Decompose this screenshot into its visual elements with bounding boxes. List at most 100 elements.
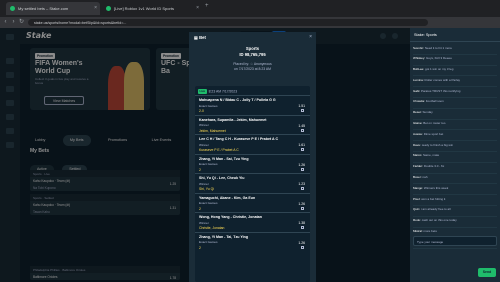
leg-match[interactable]: Zhang, Yi Man - Sai, Tzu Ying [199, 157, 295, 161]
bet-leg: Zhang, Yi Man - Sai, Tzu Ying Exact Games… [195, 153, 310, 174]
bet-leg: Yamaguchi, Akane - Kim, Ga Eun Exact Game… [195, 192, 310, 213]
chat-text: Bet on roster too [423, 121, 446, 126]
close-icon[interactable]: × [94, 5, 97, 11]
leg-match[interactable]: Mahuapena N / Bidau C - Jolly T / Pullel… [199, 98, 295, 102]
chat-message: Gabi: Paratus TRUST this rectifying [413, 87, 497, 98]
chat-username[interactable]: Mistral: [413, 229, 423, 233]
chat-username[interactable]: Chowda: [413, 99, 425, 103]
chat-username[interactable]: Pixel: [413, 197, 420, 201]
leg-selection: 2-0 [199, 109, 204, 113]
chat-message: Quin: i am already free to all [413, 206, 497, 217]
chat-message: Reset: Sunday [413, 109, 497, 120]
bet-slip: Live 8:23 AM 7/17/2023 Mahuapena N / Bida… [195, 86, 310, 282]
browser-toolbar: ‹ › ↻ stake.us/sports/home?modal=betSlip… [0, 17, 500, 28]
chat-text: Dime sport bet [423, 131, 444, 136]
new-tab-icon[interactable]: + [205, 3, 209, 9]
chat-text: nah [422, 175, 428, 180]
bet-slip-time: 8:23 AM 7/17/2023 [208, 89, 238, 93]
chat-username[interactable]: Marco: [413, 153, 422, 157]
back-icon[interactable]: ‹ [2, 18, 9, 27]
chat-panel: Stake: Sports SvenGr: Need it to hit 1 m… [410, 28, 500, 282]
chat-username[interactable]: SvenGr: [413, 46, 424, 50]
chat-username[interactable]: Fielder: [413, 164, 423, 168]
leg-selection: Christie, Jonatan [199, 226, 225, 230]
leg-status-icon [301, 128, 304, 132]
chat-username[interactable]: Dave: [413, 143, 421, 147]
chat-text: cash out on this one today [421, 218, 457, 223]
chat-username[interactable]: Quin: [413, 207, 420, 211]
reload-icon[interactable]: ↻ [18, 18, 25, 27]
stake-favicon-icon [106, 6, 111, 11]
chat-username[interactable]: Reset: [413, 110, 422, 114]
browser-tab-1[interactable]: [Live] Roblox 1v1 World ID Sports × [102, 2, 202, 15]
leg-match[interactable]: Lee C H / Tang C H - Kuraseve P E / Prab… [199, 137, 295, 141]
chat-username[interactable]: Mango: [413, 186, 423, 190]
chat-username[interactable]: Glaive: [413, 121, 422, 125]
chat-message: Lumina: Roller comes with a Parlay [413, 76, 497, 88]
chat-text: Roller comes with a Parlay [424, 77, 461, 82]
forward-icon[interactable]: › [10, 18, 17, 27]
leg-odds: 1.61 [298, 143, 305, 147]
chat-text: more bets [423, 229, 437, 234]
bet-leg: Shi, Yu Qi - Lee, Cheuk Yiu Winner Shi, Yu… [195, 173, 310, 193]
chat-username[interactable]: BobLee: [413, 67, 424, 71]
chat-text: i am already free to all [421, 207, 451, 212]
chat-text: Double 3.0 - 6x [423, 164, 445, 169]
chat-username[interactable]: Boxer: [413, 175, 422, 179]
chat-title[interactable]: Stake: Sports [410, 28, 500, 42]
leg-market: Winner [199, 220, 209, 225]
chat-send-button[interactable]: Send [478, 268, 496, 277]
leg-market: Exact Games [199, 162, 218, 166]
browser-tab-label: [Live] Roblox 1v1 World ID Sports [114, 6, 174, 11]
leg-status-icon [301, 187, 304, 190]
chat-message: Chowda: Football soon [413, 98, 497, 109]
leg-match[interactable]: Shi, Yu Qi - Lee, Cheuk Yiu [199, 176, 295, 180]
leg-market: Exact Games [199, 103, 218, 108]
bet-info: Sports ID 98,765,795 Placed by: ☆ Anonym… [189, 46, 316, 71]
address-bar[interactable]: stake.us/sports/home?modal=betSlip&iid=s… [28, 19, 428, 26]
chat-message: SvenGr: Need it to hit 1 more [413, 44, 497, 55]
leg-status-icon [301, 167, 304, 171]
placed-by: Placed by: ☆ Anonymous [233, 62, 272, 66]
leg-match[interactable]: Kanehara, Supamila - Jekim, Mahuemet [199, 118, 295, 122]
chat-messages: SvenGr: Need it to hit 1 more Whiskey: Gu… [410, 42, 500, 251]
chat-text: got 1 win on my 3 leg [425, 67, 454, 72]
leg-market: Exact Games [199, 240, 218, 244]
chat-username[interactable]: Lumina: [413, 78, 424, 82]
close-icon[interactable]: × [309, 34, 312, 40]
chat-text: Football soon [425, 99, 444, 104]
modal-title: ▤ Bet [189, 32, 316, 42]
chat-username[interactable]: Aussie: [413, 132, 423, 136]
leg-market: Winner [199, 123, 209, 127]
bet-id[interactable]: ID 98,765,795 [189, 52, 316, 57]
close-icon[interactable]: × [196, 5, 199, 11]
leg-odds: 1.45 [298, 123, 305, 128]
leg-selection: Shi, Yu Qi [199, 187, 215, 191]
live-badge: Live [198, 88, 207, 94]
leg-status-icon [301, 245, 304, 249]
chat-message: Whiskey: Guys, Kiril 3 Deeee [413, 55, 497, 66]
chat-text: Need it to hit 1 more [424, 45, 452, 50]
leg-market: Winner [199, 142, 209, 147]
chat-username[interactable]: Gabi: [413, 89, 420, 93]
browser-tab-0[interactable]: My settled bets – Stake.com × [6, 2, 100, 15]
leg-selection: Kuraseve P E / Prabet A C [199, 148, 239, 152]
bet-slip-header: Live 8:23 AM 7/17/2023 [195, 86, 310, 95]
chat-message: Rook: cash out on this one today [413, 217, 497, 228]
chat-username[interactable]: Whiskey: [413, 56, 425, 60]
chat-input[interactable]: Type your message [413, 236, 497, 246]
leg-match[interactable]: Zhang, Yi Man - Tai, Tzu Ying [199, 235, 295, 239]
leg-match[interactable]: Yamaguchi, Akane - Kim, Ga Eun [199, 196, 295, 200]
chat-message: Mango: Winners this week [413, 184, 497, 196]
chat-username[interactable]: Rook: [413, 218, 421, 222]
chat-message: Pixel: won a bet hitting it [413, 195, 497, 206]
leg-match[interactable]: Wong, Hong Yang - Christie, Jonatan [199, 215, 295, 219]
leg-selection: 2 [199, 245, 201, 250]
leg-odds: 1.26 [298, 201, 305, 206]
chat-text: Sunday [422, 110, 433, 115]
placed-at: on 7/17/2023 at 8:23 AM [234, 67, 271, 71]
leg-odds: 1.38 [298, 221, 305, 225]
bet-sport: Sports [245, 46, 260, 51]
leg-odds: 1.26 [298, 162, 305, 167]
bet-leg: Zhang, Yi Man - Tai, Tzu Ying Exact Games… [195, 231, 310, 252]
